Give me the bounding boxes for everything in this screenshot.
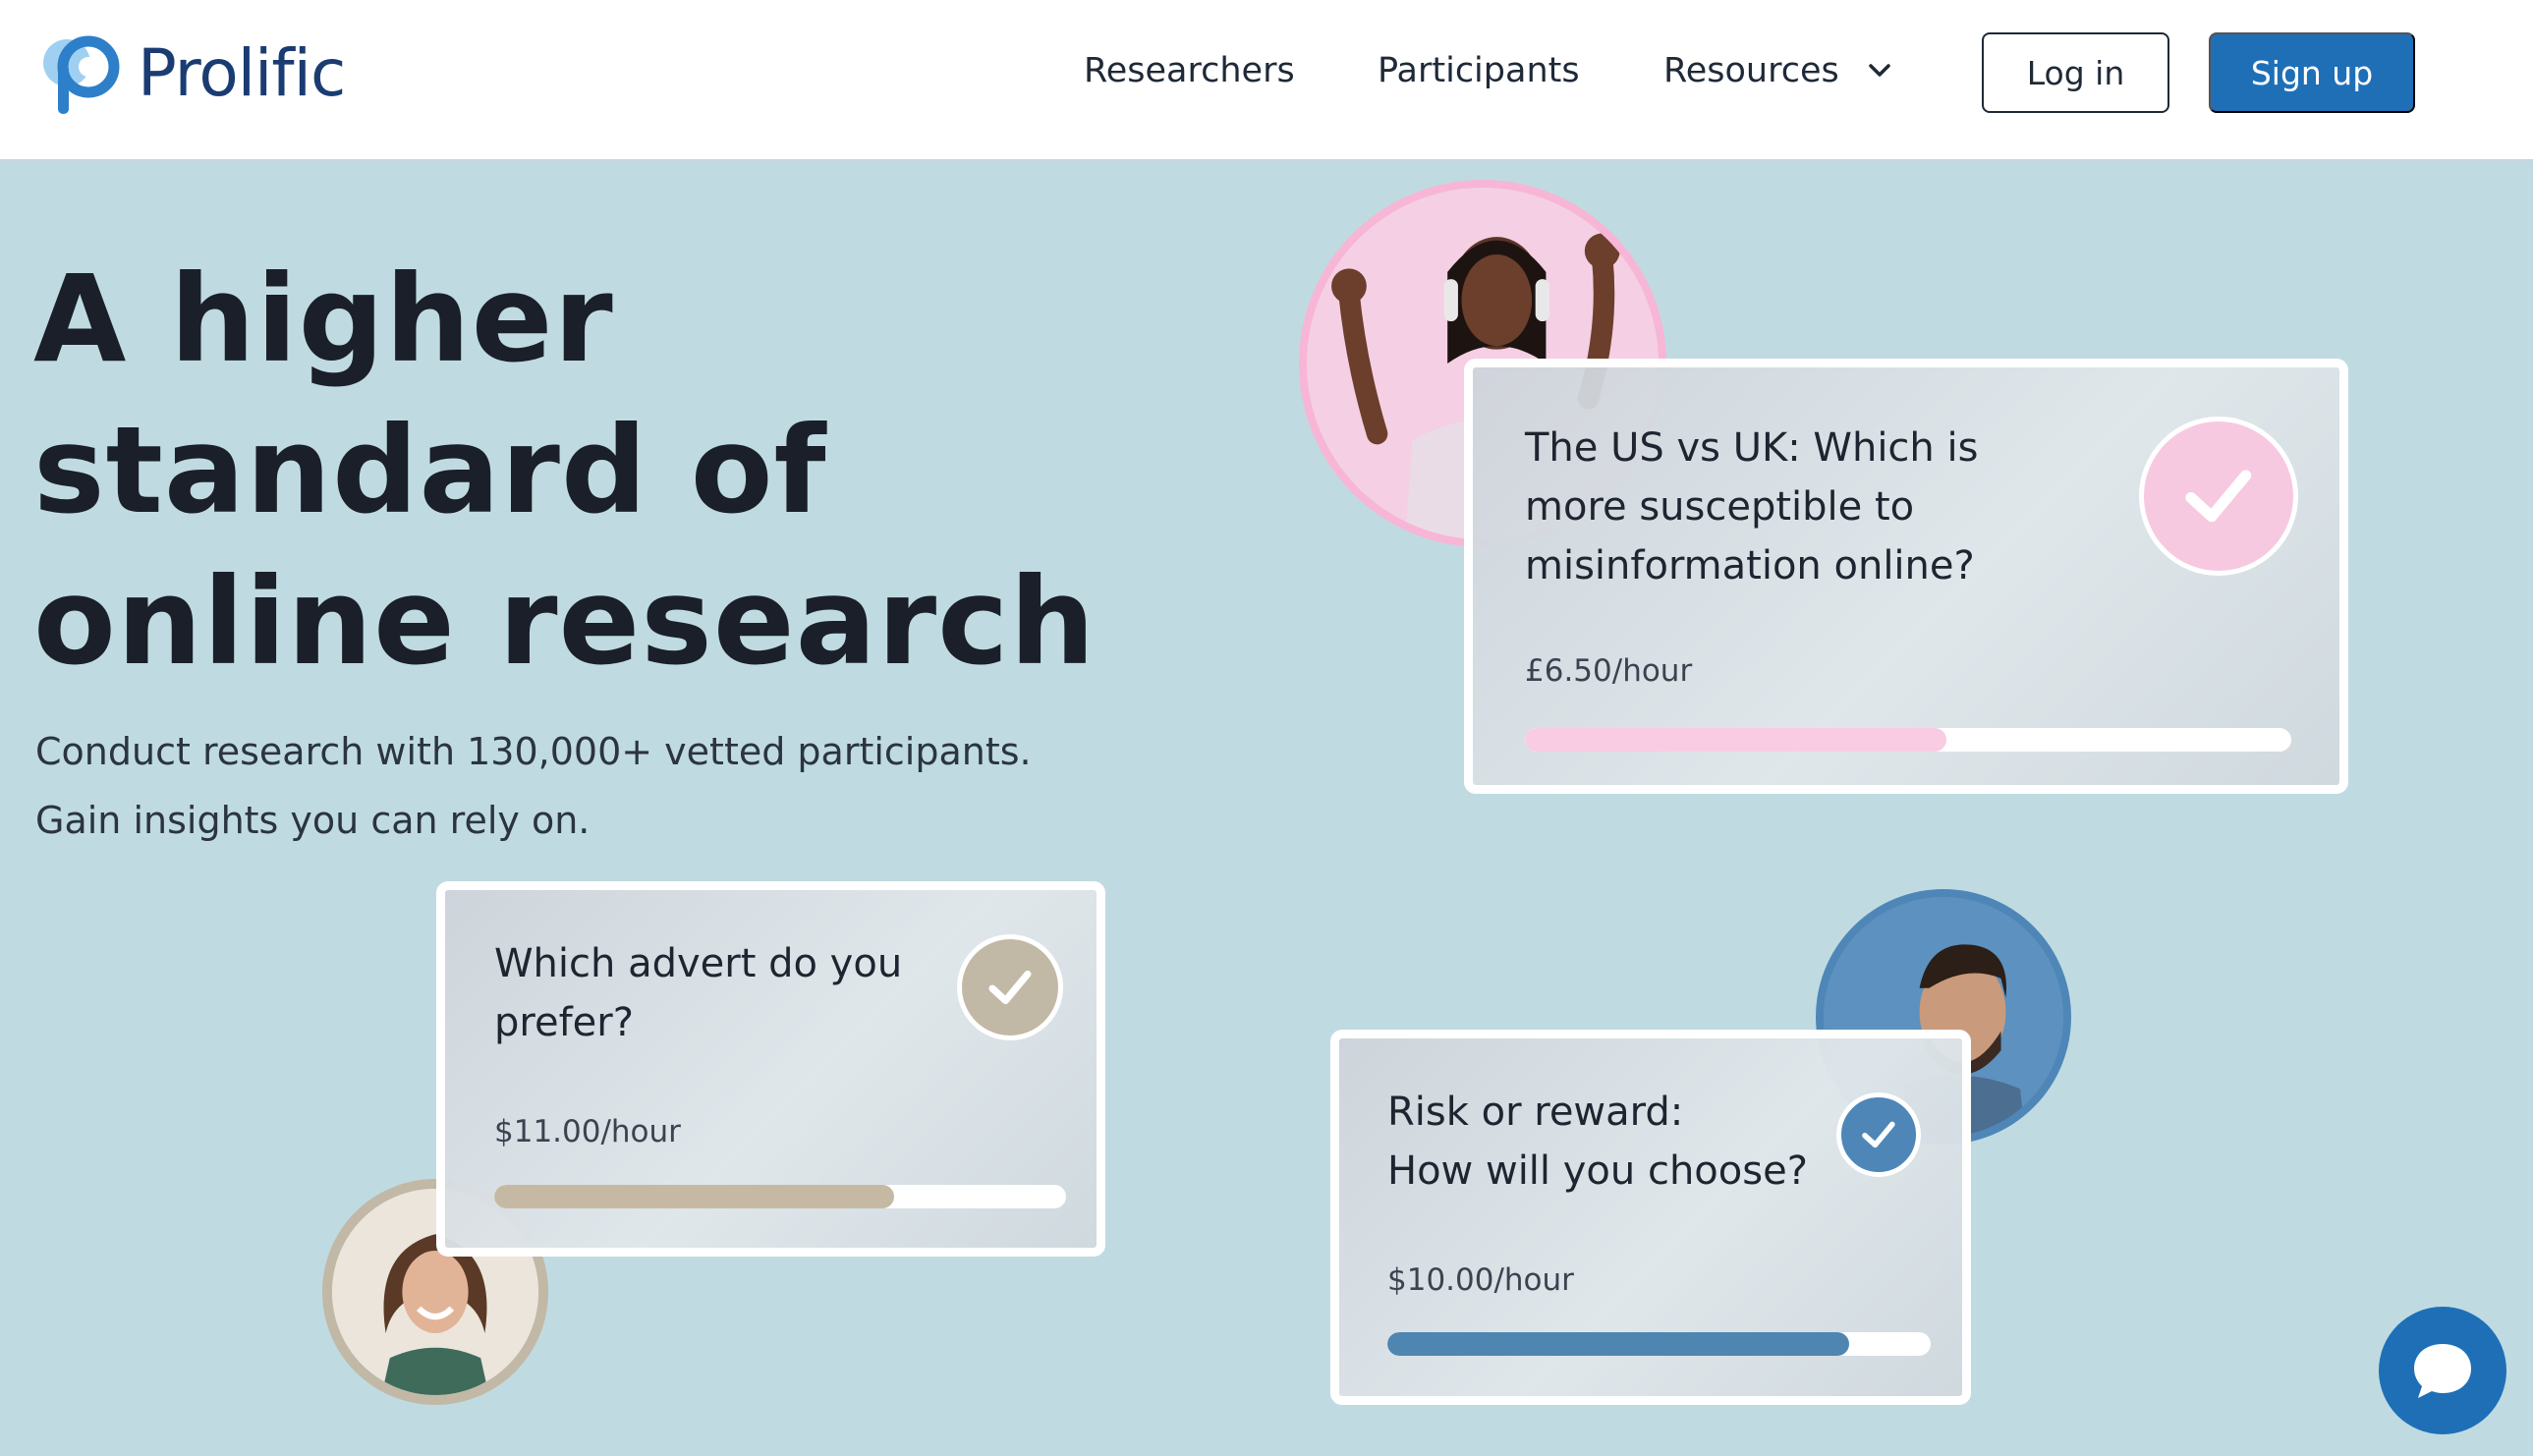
study-rate: $10.00/hour	[1387, 1262, 1574, 1298]
study-progress-fill	[1387, 1332, 1850, 1356]
study-card[interactable]: The US vs UK: Which is more susceptible …	[1464, 359, 2348, 794]
prolific-logo-icon	[43, 35, 120, 114]
login-button[interactable]: Log in	[1982, 32, 2169, 113]
nav-resources-label: Resources	[1663, 51, 1839, 90]
checkmark-icon	[2185, 470, 2252, 523]
study-complete-badge	[957, 934, 1063, 1040]
study-progress-fill	[494, 1185, 895, 1208]
chat-bubble-icon	[2414, 1344, 2471, 1398]
study-title-line: How will you choose?	[1387, 1148, 1808, 1194]
study-title: Which advert do you prefer?	[494, 941, 903, 1045]
brand-name: Prolific	[138, 34, 346, 111]
study-card[interactable]: Risk or reward: How will you choose? $10…	[1330, 1030, 1971, 1405]
study-rate: £6.50/hour	[1525, 653, 1693, 689]
hero-subtitle: Conduct research with 130,000+ vetted pa…	[35, 717, 1214, 855]
hero-title-line: A higher	[33, 250, 614, 389]
hero-title: A higher standard of online research	[33, 244, 1114, 698]
study-title: The US vs UK: Which is more susceptible …	[1525, 425, 1979, 588]
brand-logo[interactable]: Prolific	[33, 28, 346, 118]
chevron-down-icon	[1869, 64, 1890, 77]
study-card[interactable]: Which advert do you prefer? $11.00/hour	[436, 881, 1105, 1257]
nav-researchers[interactable]: Researchers	[1084, 49, 1295, 92]
hero-subtitle-line: Gain insights you can rely on.	[35, 799, 591, 842]
study-progress-bar	[1525, 728, 2291, 752]
checkmark-icon	[1862, 1121, 1895, 1148]
checkmark-icon	[988, 970, 1032, 1005]
study-progress-bar	[494, 1185, 1066, 1208]
chat-widget-button[interactable]	[2379, 1307, 2506, 1434]
nav-resources-dropdown[interactable]: Resources	[1663, 49, 1892, 92]
study-complete-badge	[1836, 1092, 1921, 1177]
hero-title-line: standard of	[33, 401, 827, 540]
hero-subtitle-line: Conduct research with 130,000+ vetted pa…	[35, 730, 1032, 773]
hero-title-line: online research	[33, 552, 1097, 692]
signup-button[interactable]: Sign up	[2209, 32, 2415, 113]
study-rate: $11.00/hour	[494, 1114, 681, 1149]
study-complete-badge	[2139, 417, 2298, 576]
site-header: Prolific Researchers Participants Resour…	[0, 0, 2533, 161]
study-progress-fill	[1525, 728, 1946, 752]
study-progress-bar	[1387, 1332, 1931, 1356]
study-title: Risk or reward: How will you choose?	[1387, 1083, 1859, 1201]
study-title-line: Risk or reward:	[1387, 1090, 1684, 1135]
nav-participants[interactable]: Participants	[1378, 49, 1580, 92]
